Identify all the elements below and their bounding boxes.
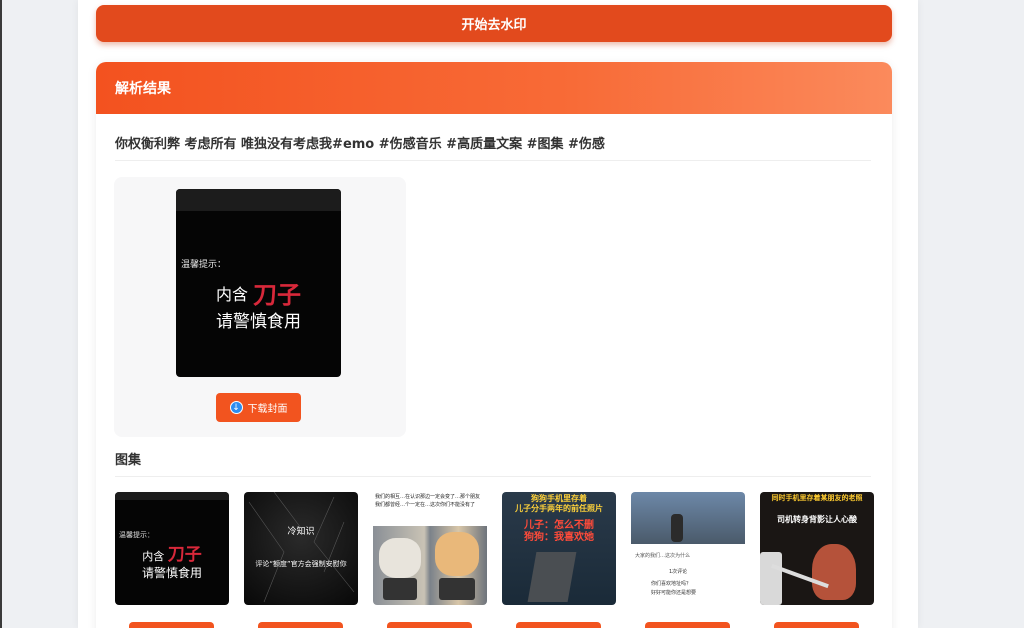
download-image-button[interactable] (258, 622, 343, 628)
gallery-item: 同时手机里存着某朋友的老照 司机转身背影让人心酸 (760, 492, 874, 628)
result-header: 解析结果 (96, 62, 892, 114)
gallery-title: 图集 (115, 449, 871, 477)
gallery-item: 大家的我们…这次为什么 1次评论 你们喜欢地址吗？ 好好可能你还是想要 (631, 492, 745, 628)
gallery-item: 狗狗手机里存着 儿子分手两年的前任照片 儿子：怎么不删 狗狗：我喜欢她 (502, 492, 616, 628)
cover-hint: 温馨提示： (181, 260, 227, 270)
gallery-image[interactable]: 我们的相互…在认识那边一定会变了…那个朋友 我们都曾经…个一定在…这次你们不能没… (373, 492, 487, 605)
gallery-image[interactable]: 冷知识 评论“额度”官方会强制安慰你 (244, 492, 358, 605)
gallery-image[interactable]: 大家的我们…这次为什么 1次评论 你们喜欢地址吗？ 好好可能你还是想要 (631, 492, 745, 605)
cover-panel: 温馨提示： 内含 刀子 请警慎食用 ↓ 下载封面 (114, 177, 406, 437)
gallery-image[interactable]: 温馨提示： 内含 刀子 请警慎食用 (115, 492, 229, 605)
download-icon: ↓ (229, 401, 243, 414)
gallery-item: 我们的相互…在认识那边一定会变了…那个朋友 我们都曾经…个一定在…这次你们不能没… (373, 492, 487, 628)
gallery-image[interactable]: 同时手机里存着某朋友的老照 司机转身背影让人心酸 (760, 492, 874, 605)
start-remove-watermark-button[interactable]: 开始去水印 (96, 5, 892, 42)
gallery-image[interactable]: 狗狗手机里存着 儿子分手两年的前任照片 儿子：怎么不删 狗狗：我喜欢她 (502, 492, 616, 605)
cover-line1: 内含 刀子 (215, 281, 302, 309)
download-image-button[interactable] (774, 622, 859, 628)
download-image-button[interactable] (129, 622, 214, 628)
download-image-button[interactable] (387, 622, 472, 628)
result-title: 解析结果 (115, 81, 171, 97)
window-edge (0, 0, 2, 628)
cover-image: 温馨提示： 内含 刀子 请警慎食用 (176, 189, 341, 377)
video-description: 你权衡利弊 考虑所有 唯独没有考虑我#emo #伤感音乐 #高质量文案 #图集 … (115, 133, 871, 161)
download-image-button[interactable] (645, 622, 730, 628)
gallery-item: 冷知识 评论“额度”官方会强制安慰你 (244, 492, 358, 628)
download-cover-button[interactable]: ↓ 下载封面 (216, 393, 301, 422)
gallery-grid: 温馨提示： 内含 刀子 请警慎食用 冷知识 评论“额度”官方会强制安慰你 我们的… (115, 492, 875, 628)
download-image-button[interactable] (516, 622, 601, 628)
cover-line2: 请警慎食用 (216, 312, 301, 332)
result-card: 解析结果 你权衡利弊 考虑所有 唯独没有考虑我#emo #伤感音乐 #高质量文案… (96, 62, 892, 628)
gallery-item: 温馨提示： 内含 刀子 请警慎食用 (115, 492, 229, 628)
